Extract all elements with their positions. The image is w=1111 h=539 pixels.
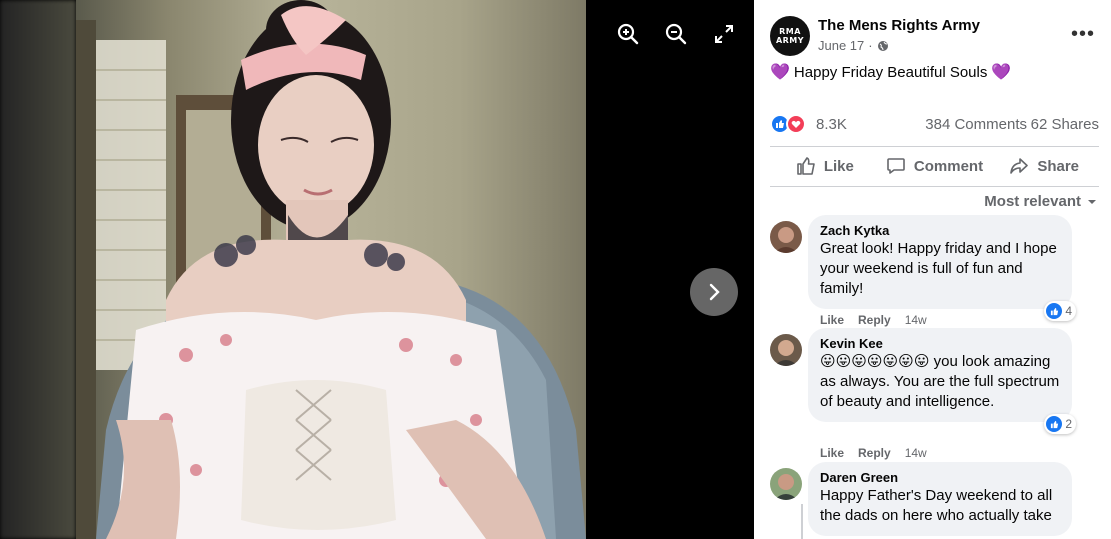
comment-time[interactable]: 14w <box>905 446 927 460</box>
comment-reaction-count: 2 <box>1065 417 1072 431</box>
post-meta: June 17 · <box>818 38 889 53</box>
comment-icon <box>887 158 905 174</box>
post-header: RMA ARMY The Mens Rights Army June 17 · … <box>770 16 1099 56</box>
meta-separator: · <box>868 38 873 53</box>
more-icon: ••• <box>1070 22 1095 45</box>
comment-like-link[interactable]: Like <box>820 446 844 460</box>
photo-illustration <box>76 0 586 539</box>
divider <box>770 146 1099 147</box>
like-reaction-icon <box>1046 416 1063 432</box>
comment-actions: Like Reply 14w <box>820 446 927 460</box>
comment-button[interactable]: Comment <box>880 148 990 184</box>
share-label: Share <box>1037 157 1080 175</box>
post-sidebar: RMA ARMY The Mens Rights Army June 17 · … <box>754 0 1111 539</box>
post-caption: 💜 Happy Friday Beautiful Souls 💜 <box>770 62 1011 82</box>
like-icon <box>797 157 815 175</box>
comment-bubble: Kevin Kee 😛😛😛😛😛😛😛 you look amazing as al… <box>808 328 1076 434</box>
reaction-count[interactable]: 8.3K <box>816 116 847 133</box>
comment-text: Great look! Happy friday and I hope your… <box>820 240 1057 297</box>
comment-time[interactable]: 14w <box>905 313 927 327</box>
chevron-right-icon <box>709 283 720 301</box>
reaction-icons[interactable] <box>770 114 806 134</box>
comment-reaction-count: 4 <box>1065 304 1072 318</box>
comment-label: Comment <box>913 157 984 175</box>
page-avatar-text: RMA ARMY <box>775 27 805 45</box>
comment-reply-link[interactable]: Reply <box>858 313 891 327</box>
avatar[interactable] <box>770 334 802 366</box>
post-caption-text: Happy Friday Beautiful Souls <box>793 63 988 81</box>
comment-reactions[interactable]: 2 <box>1044 414 1076 434</box>
comment-actions: Like Reply 14w <box>820 313 927 327</box>
share-icon <box>1010 158 1029 174</box>
page-name[interactable]: The Mens Rights Army <box>818 17 980 34</box>
next-photo-button[interactable] <box>690 268 738 316</box>
reply-thread-line <box>801 504 803 539</box>
post-date[interactable]: June 17 <box>818 38 864 53</box>
photo-blur-edge <box>0 0 76 539</box>
comment-reply-link[interactable]: Reply <box>858 446 891 460</box>
fullscreen-button[interactable] <box>708 18 740 50</box>
comment-text: 😛😛😛😛😛😛😛 you look amazing as always. You … <box>820 353 1060 410</box>
page-avatar[interactable]: RMA ARMY <box>770 16 810 56</box>
comment-sort-label: Most relevant <box>984 193 1081 210</box>
purple-heart-emoji: 💜 <box>770 64 790 81</box>
comment-like-link[interactable]: Like <box>820 313 844 327</box>
avatar[interactable] <box>770 221 802 253</box>
share-count[interactable]: 62 Shares <box>1031 116 1099 133</box>
love-reaction-icon <box>786 114 806 134</box>
share-button[interactable]: Share <box>989 148 1099 184</box>
fullscreen-icon <box>715 25 733 43</box>
like-button[interactable]: Like <box>770 148 880 184</box>
comment-bubble: Zach Kytka Great look! Happy friday and … <box>808 215 1076 321</box>
zoom-in-icon <box>617 23 639 45</box>
avatar[interactable] <box>770 468 802 500</box>
post-actions: Like Comment Share <box>770 148 1099 184</box>
like-label: Like <box>823 157 854 175</box>
comment-count[interactable]: 384 Comments <box>925 116 1027 133</box>
zoom-out-button[interactable] <box>660 18 692 50</box>
post-photo[interactable] <box>76 0 586 539</box>
comment-sort-dropdown[interactable]: Most relevant <box>984 193 1097 210</box>
purple-heart-emoji: 💜 <box>991 64 1012 81</box>
comment-reactions[interactable]: 4 <box>1044 301 1076 321</box>
comment-text: Happy Father's Day weekend to all the da… <box>820 487 1053 524</box>
comment-bubble: Daren Green Happy Father's Day weekend t… <box>808 462 1072 536</box>
like-reaction-icon <box>1046 303 1063 319</box>
photo-viewer <box>0 0 754 539</box>
divider <box>770 186 1099 187</box>
comment-author[interactable]: Daren Green <box>820 470 1060 486</box>
more-options-button[interactable]: ••• <box>1067 20 1099 48</box>
zoom-out-icon <box>665 23 687 45</box>
reaction-summary: 8.3K 384 Comments 62 Shares <box>770 114 1099 136</box>
zoom-in-button[interactable] <box>612 18 644 50</box>
caret-down-icon <box>1088 199 1096 204</box>
comment-author[interactable]: Zach Kytka <box>820 223 1060 239</box>
globe-icon <box>877 40 888 51</box>
comment-author[interactable]: Kevin Kee <box>820 336 1060 352</box>
